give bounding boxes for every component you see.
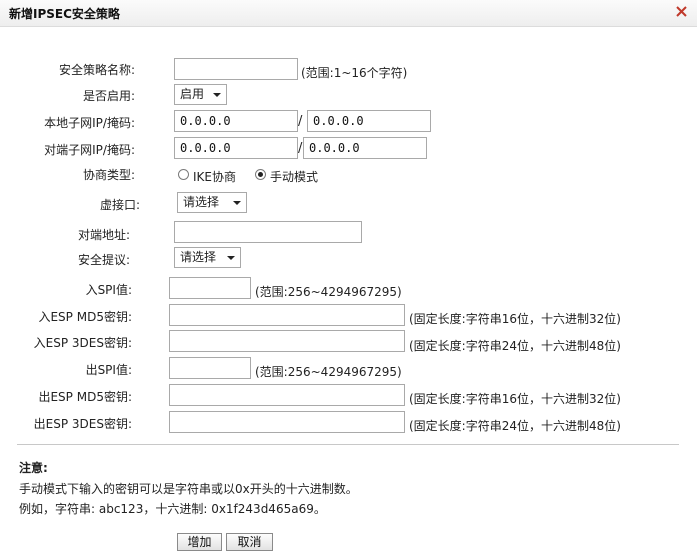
- local-ip-input[interactable]: 0.0.0.0: [174, 110, 298, 132]
- manual-radio[interactable]: [255, 169, 266, 180]
- dialog-titlebar: 新增IPSEC安全策略: [0, 0, 697, 27]
- virtual-interface-label: 虚接口:: [99, 198, 140, 212]
- in-spi-label: 入SPI值:: [85, 283, 132, 297]
- out-esp-md5-hint: (固定长度:字符串16位，十六进制32位): [409, 392, 621, 406]
- out-spi-hint: (范围:256~4294967295): [255, 365, 402, 379]
- notes-line-1: 手动模式下输入的密钥可以是字符串或以0x开头的十六进制数。: [19, 482, 358, 496]
- enable-label: 是否启用:: [82, 89, 135, 103]
- remote-subnet-slash: /: [298, 141, 303, 156]
- chevron-down-icon: [213, 93, 221, 97]
- local-subnet-label: 本地子网IP/掩码:: [44, 116, 135, 130]
- manual-radio-label: 手动模式: [270, 170, 319, 184]
- add-button[interactable]: 增加: [177, 533, 222, 551]
- divider: [17, 444, 679, 445]
- out-esp-3des-input[interactable]: [169, 411, 405, 433]
- in-spi-input[interactable]: [169, 277, 251, 299]
- chevron-down-icon: [227, 256, 235, 260]
- notes-heading: 注意:: [19, 461, 48, 475]
- out-esp-3des-hint: (固定长度:字符串24位，十六进制48位): [409, 419, 621, 433]
- policy-name-label: 安全策略名称:: [58, 63, 135, 77]
- remote-address-label: 对端地址:: [77, 228, 130, 242]
- local-subnet-slash: /: [298, 114, 303, 129]
- enable-select-value: 启用: [180, 87, 205, 101]
- out-esp-md5-label: 出ESP MD5密钥:: [38, 390, 132, 404]
- policy-name-input[interactable]: [174, 58, 298, 80]
- security-proposal-label: 安全提议:: [77, 253, 130, 267]
- negotiation-label: 协商类型:: [82, 168, 135, 182]
- virtual-interface-select-value: 请选择: [183, 195, 220, 209]
- remote-mask-input[interactable]: 0.0.0.0: [303, 137, 427, 159]
- out-spi-input[interactable]: [169, 357, 251, 379]
- enable-select[interactable]: 启用: [174, 84, 227, 105]
- out-esp-md5-input[interactable]: [169, 384, 405, 406]
- cancel-button[interactable]: 取消: [226, 533, 273, 551]
- in-esp-md5-input[interactable]: [169, 304, 405, 326]
- chevron-down-icon: [233, 201, 241, 205]
- in-esp-3des-input[interactable]: [169, 330, 405, 352]
- policy-name-hint: (范围:1~16个字符): [301, 66, 408, 80]
- security-proposal-select[interactable]: 请选择: [174, 247, 241, 268]
- ike-radio[interactable]: [178, 169, 189, 180]
- in-esp-md5-hint: (固定长度:字符串16位，十六进制32位): [409, 312, 621, 326]
- out-spi-label: 出SPI值:: [85, 363, 132, 377]
- remote-address-input[interactable]: [174, 221, 362, 243]
- ike-radio-label: IKE协商: [193, 170, 236, 184]
- security-proposal-select-value: 请选择: [180, 250, 217, 264]
- in-esp-md5-label: 入ESP MD5密钥:: [38, 310, 132, 324]
- virtual-interface-select[interactable]: 请选择: [177, 192, 247, 213]
- dialog-title: 新增IPSEC安全策略: [9, 7, 120, 21]
- remote-subnet-label: 对端子网IP/掩码:: [44, 143, 135, 157]
- in-esp-3des-label: 入ESP 3DES密钥:: [33, 336, 132, 350]
- local-mask-input[interactable]: 0.0.0.0: [307, 110, 431, 132]
- close-icon[interactable]: [675, 5, 688, 18]
- in-esp-3des-hint: (固定长度:字符串24位，十六进制48位): [409, 339, 621, 353]
- in-spi-hint: (范围:256~4294967295): [255, 285, 402, 299]
- notes-line-2: 例如，字符串: abc123，十六进制: 0x1f243d465a69。: [19, 502, 326, 516]
- out-esp-3des-label: 出ESP 3DES密钥:: [33, 417, 132, 431]
- remote-ip-input[interactable]: 0.0.0.0: [174, 137, 298, 159]
